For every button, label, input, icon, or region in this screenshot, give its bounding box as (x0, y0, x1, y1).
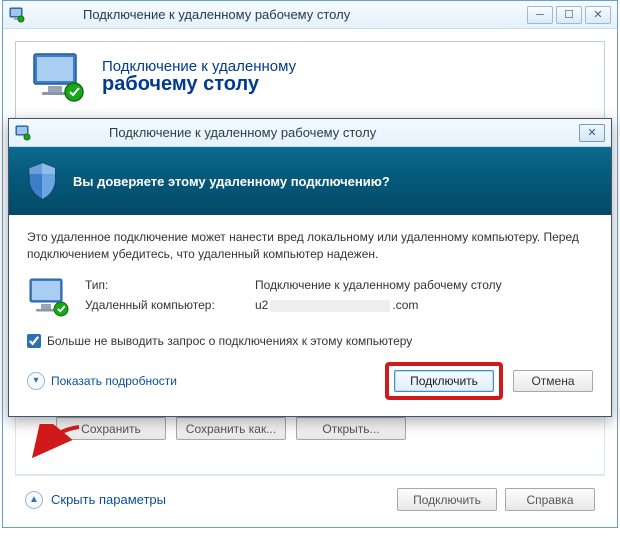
dialog-titlebar: Подключение к удаленному рабочему столу … (9, 119, 611, 147)
banner: Подключение к удаленному рабочему столу (15, 41, 605, 119)
window-titlebar: Подключение к удаленному рабочему столу … (3, 1, 617, 29)
rdp-logo-icon (30, 52, 86, 102)
type-value: Подключение к удаленному рабочему столу (255, 278, 502, 292)
minimize-button[interactable]: ─ (527, 6, 553, 24)
hide-params-link[interactable]: Скрыть параметры (51, 492, 166, 507)
annotation-highlight: Подключить (385, 362, 503, 400)
remote-value: u2.com (255, 298, 502, 312)
save-button[interactable]: Сохранить (56, 417, 166, 440)
dialog-title: Подключение к удаленному рабочему столу (39, 125, 571, 140)
open-button[interactable]: Открыть... (296, 417, 406, 440)
shield-icon (25, 161, 59, 201)
footer-help-button[interactable]: Справка (505, 488, 595, 511)
dont-ask-checkbox[interactable] (27, 334, 41, 348)
show-details-link[interactable]: ▾ Показать подробности (27, 372, 177, 390)
redacted-hostname (270, 300, 390, 312)
settings-lower-panel: Сохранить Сохранить как... Открыть... (15, 409, 605, 475)
remote-label: Удаленный компьютер: (85, 298, 255, 312)
save-as-button[interactable]: Сохранить как... (176, 417, 286, 440)
rdp-icon (15, 125, 31, 141)
dialog-header: Вы доверяете этому удаленному подключени… (9, 147, 611, 215)
dialog-warning-text: Это удаленное подключение может нанести … (27, 229, 593, 264)
cancel-button[interactable]: Отмена (513, 370, 593, 392)
trust-dialog: Подключение к удаленному рабочему столу … (8, 118, 612, 417)
collapse-icon[interactable]: ▲ (25, 491, 43, 509)
chevron-down-icon: ▾ (27, 372, 45, 390)
connect-button[interactable]: Подключить (394, 370, 494, 392)
banner-line2: рабочему столу (102, 73, 296, 96)
close-button[interactable]: ✕ (585, 6, 611, 24)
window-title: Подключение к удаленному рабочему столу (33, 7, 519, 22)
rdp-icon (9, 7, 25, 23)
maximize-button[interactable]: ☐ (556, 6, 582, 24)
dialog-question: Вы доверяете этому удаленному подключени… (73, 174, 390, 189)
dont-ask-label: Больше не выводить запрос о подключениях… (47, 334, 412, 348)
type-label: Тип: (85, 278, 255, 292)
footer-connect-button[interactable]: Подключить (397, 488, 497, 511)
footer: ▲ Скрыть параметры Подключить Справка (15, 475, 605, 517)
dialog-close-button[interactable]: ✕ (579, 124, 605, 142)
rdp-icon (27, 278, 71, 318)
